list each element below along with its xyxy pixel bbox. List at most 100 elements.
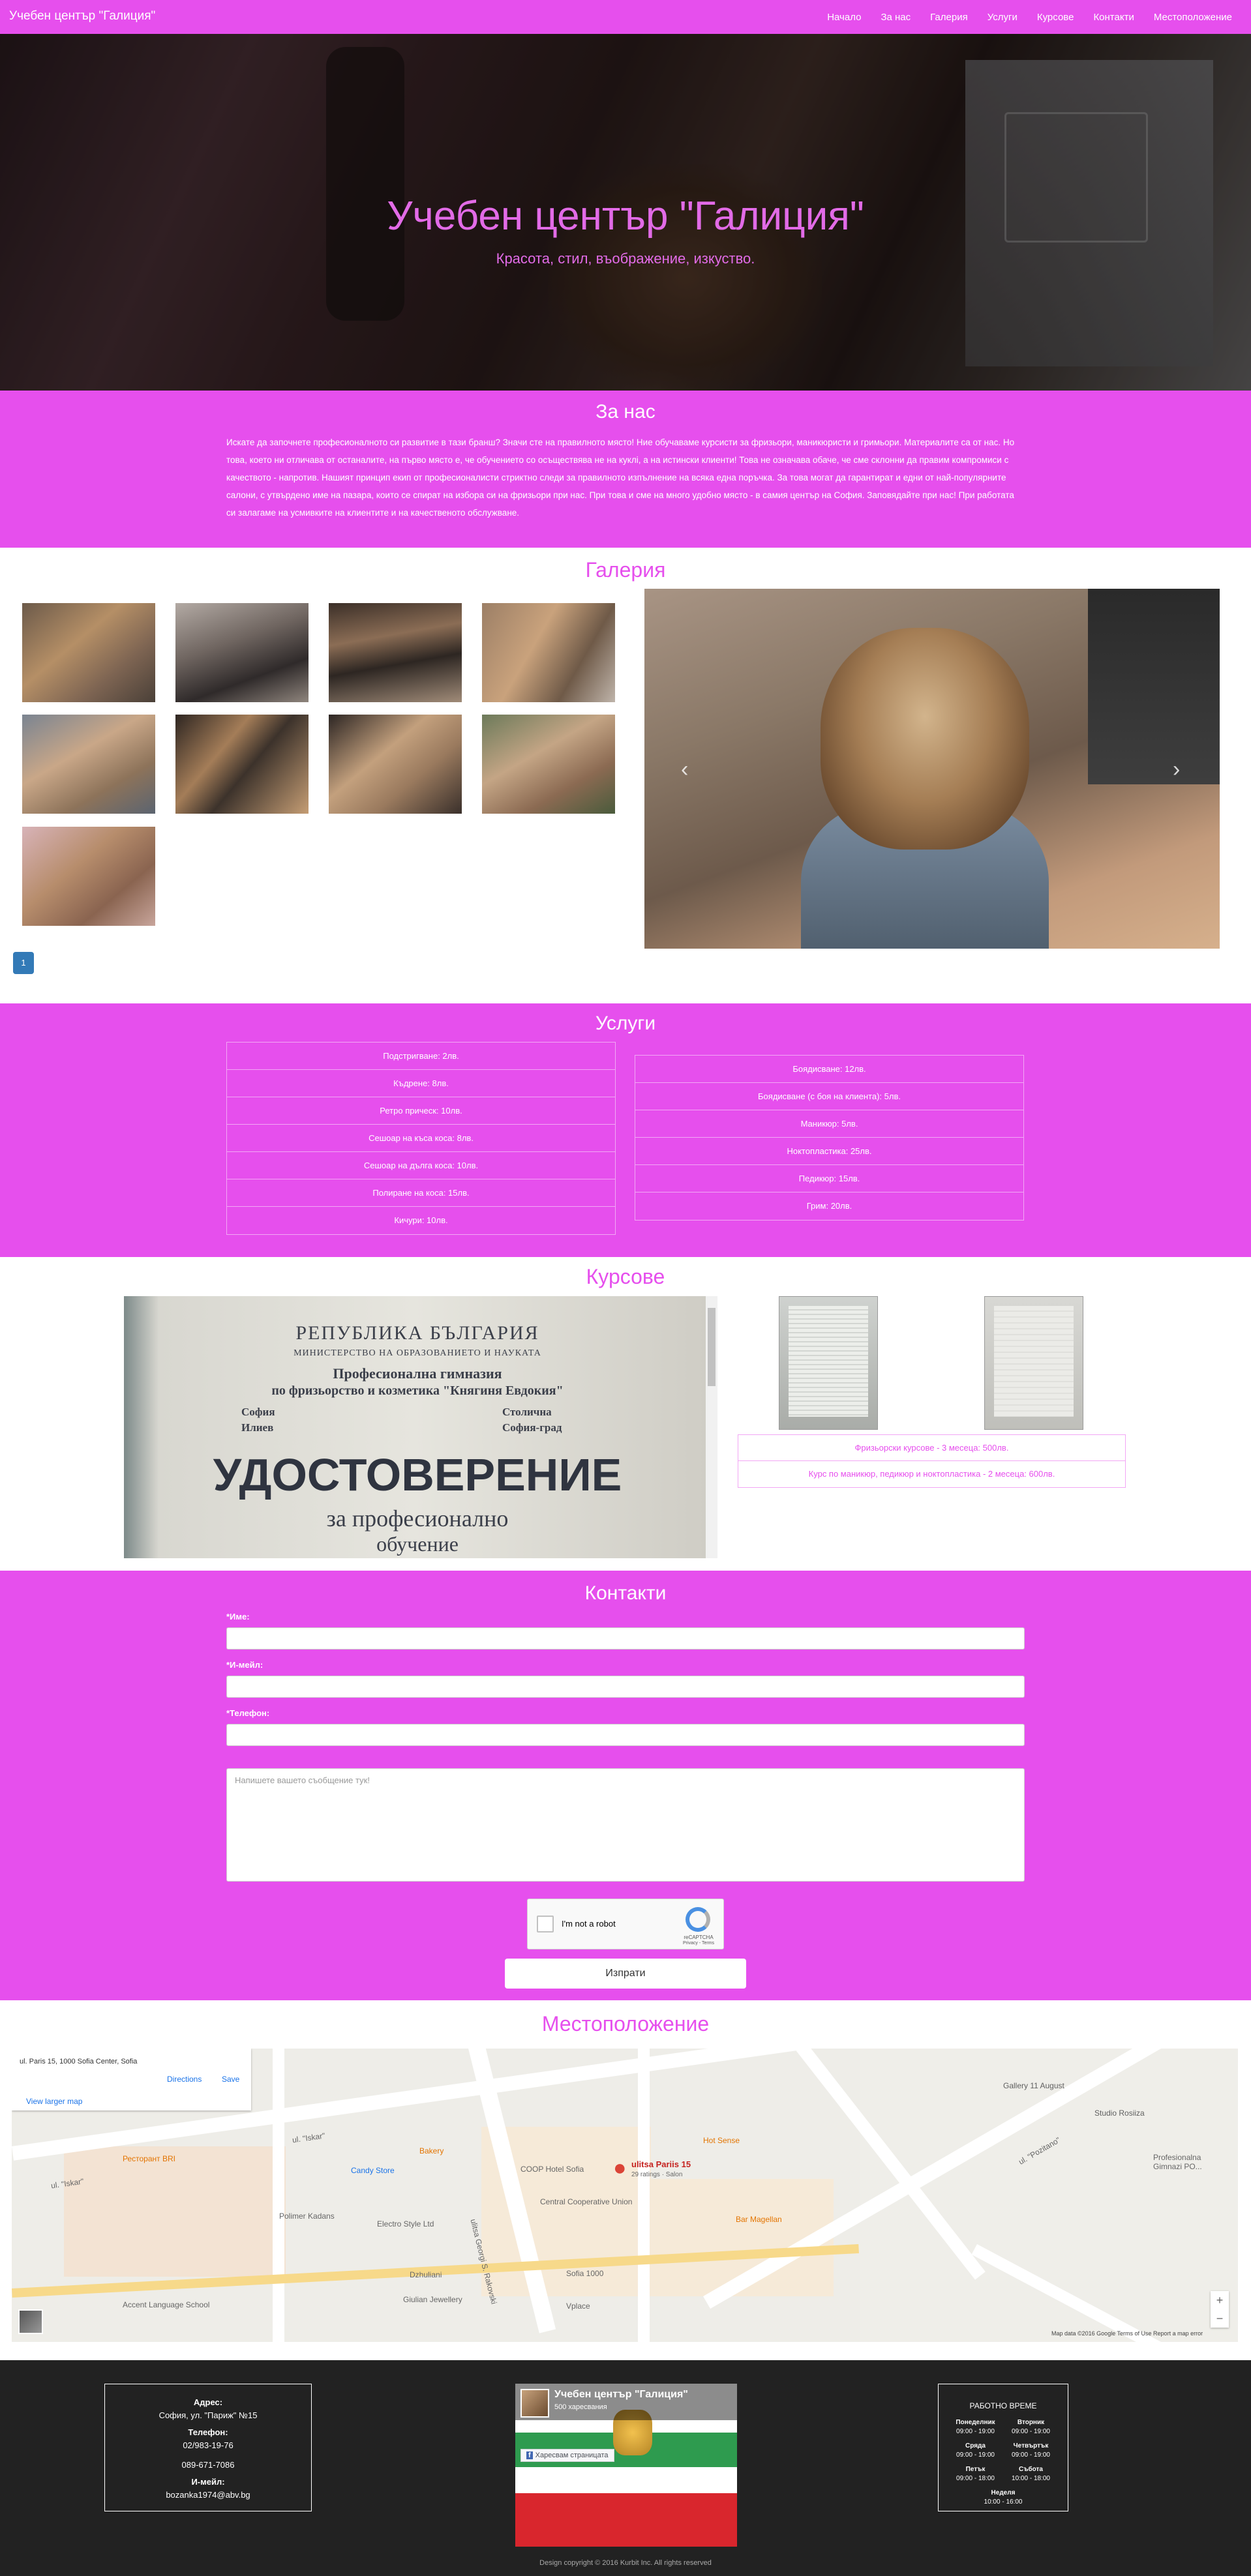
- services-list-left: Подстригване: 2лв. Къдрене: 8лв. Ретро п…: [226, 1042, 616, 1235]
- map-place-label: Ресторант BRI: [123, 2154, 175, 2163]
- recaptcha-brand: reCAPTCHA: [684, 1934, 714, 1940]
- hours-title: РАБОТНО ВРЕМЕ: [969, 2401, 1037, 2410]
- map-place-label: Dzhuliani: [410, 2270, 442, 2279]
- pagination-page[interactable]: 1: [13, 952, 34, 974]
- name-input[interactable]: [226, 1627, 1025, 1650]
- email-label: *И-мейл:: [226, 1660, 264, 1670]
- gallery-thumb[interactable]: [22, 715, 155, 814]
- course-item: Курс по маникюр, педикюр и ноктопластика…: [808, 1469, 1055, 1479]
- gallery-thumb[interactable]: [22, 827, 155, 926]
- map-place-label: Giulian Jewellery: [403, 2295, 462, 2304]
- certificate-line: по фризьорство и козметика "Княгиня Евдо…: [271, 1384, 564, 1398]
- gallery-carousel[interactable]: ‹ ›: [644, 589, 1220, 949]
- map-zoom-control: + −: [1211, 2291, 1229, 2328]
- recaptcha-links[interactable]: Privacy - Terms: [675, 1941, 722, 1946]
- nav-contacts[interactable]: Контакти: [1083, 12, 1143, 23]
- nav-gallery[interactable]: Галерия: [920, 12, 978, 23]
- map-marker-icon[interactable]: ●: [613, 2155, 627, 2181]
- gallery-thumb[interactable]: [329, 715, 462, 814]
- certificate-line: РЕПУБЛИКА БЪЛГАРИЯ: [295, 1322, 539, 1344]
- zoom-in-icon[interactable]: +: [1211, 2291, 1229, 2309]
- fb-feed-area: [515, 2467, 737, 2493]
- hero-title: Учебен център "Галиция": [387, 194, 864, 239]
- fb-avatar: [520, 2389, 549, 2418]
- about-text: Искате да започнете професионалното си р…: [226, 437, 1015, 518]
- map-place-label: COOP Hotel Sofia: [520, 2165, 584, 2174]
- map-attribution: Map data ©2016 Google Terms of Use Repor…: [1051, 2330, 1203, 2337]
- facebook-icon: f: [526, 2451, 533, 2459]
- nav-courses[interactable]: Курсове: [1027, 12, 1084, 23]
- map-satellite-thumb[interactable]: [18, 2309, 43, 2334]
- footer-email[interactable]: bozanka1974@abv.bg: [105, 2489, 311, 2502]
- map-place-label: Gallery 11 August: [1003, 2081, 1064, 2090]
- fb-like-button[interactable]: f Харесвам страницата: [520, 2449, 614, 2462]
- map-directions-link[interactable]: Directions: [167, 2075, 202, 2084]
- nav-menu: Начало За нас Галерия Услуги Курсове Кон…: [817, 0, 1242, 34]
- fb-page-title[interactable]: Учебен център "Галиция": [554, 2389, 688, 2401]
- map-place-label: Sofia 1000: [566, 2269, 604, 2278]
- map-marker-label: ulitsa Pariis 15: [631, 2159, 691, 2169]
- gallery-thumb[interactable]: [22, 603, 155, 702]
- name-label: *Име:: [226, 1612, 250, 1621]
- carousel-next-icon[interactable]: ›: [1173, 757, 1180, 782]
- certificate-image: РЕПУБЛИКА БЪЛГАРИЯ МИНИСТЕРСТВО НА ОБРАЗ…: [124, 1296, 717, 1558]
- map-address: ul. Paris 15, 1000 Sofia Center, Sofia: [20, 2058, 138, 2065]
- map-place-label: Bakery: [419, 2146, 444, 2155]
- hero-subtitle: Красота, стил, въображение, изкуство.: [496, 250, 755, 267]
- map-marker-sub: 29 ratings · Salon: [631, 2171, 683, 2178]
- nav-location[interactable]: Местоположение: [1144, 12, 1242, 23]
- email-input[interactable]: [226, 1676, 1025, 1698]
- certificate-line: за професионално: [326, 1505, 509, 1532]
- message-placeholder: Напишете вашето съобщение тук!: [235, 1775, 370, 1785]
- service-item: Грим: 20лв.: [806, 1201, 852, 1211]
- certificate-field: София: [241, 1406, 275, 1418]
- certificate-scrollbar[interactable]: [706, 1296, 717, 1558]
- hero-banner: Учебен център "Галиция" Красота, стил, в…: [0, 34, 1251, 391]
- send-button[interactable]: Изпрати: [505, 1959, 746, 1989]
- footer-address-label: Адрес:: [193, 2397, 223, 2407]
- map-place-label: Candy Store: [351, 2166, 395, 2175]
- course-document-thumb[interactable]: [984, 1296, 1083, 1430]
- footer-email-label: И-мейл:: [191, 2477, 225, 2487]
- service-item: Кичури: 10лв.: [394, 1215, 448, 1225]
- nav-about[interactable]: За нас: [871, 12, 920, 23]
- phone-input[interactable]: [226, 1724, 1025, 1746]
- map-place-label: Electro Style Ltd: [377, 2219, 434, 2228]
- certificate-field: Столична: [502, 1406, 552, 1418]
- footer-phone-label: Телефон:: [188, 2427, 228, 2437]
- contact-title: Контакти: [584, 1582, 667, 1604]
- scrollbar-thumb[interactable]: [708, 1308, 716, 1386]
- map-info-box: ul. Paris 15, 1000 Sofia Center, Sofia D…: [12, 2049, 251, 2110]
- nav-home[interactable]: Начало: [817, 12, 871, 23]
- message-textarea[interactable]: Напишете вашето съобщение тук!: [226, 1768, 1025, 1882]
- nav-services[interactable]: Услуги: [978, 12, 1027, 23]
- gallery-title: Галерия: [585, 558, 666, 582]
- zoom-out-icon[interactable]: −: [1211, 2309, 1229, 2328]
- services-title: Услуги: [595, 1013, 656, 1034]
- phone-label: *Телефон:: [226, 1708, 270, 1718]
- service-item: Полиране на коса: 15лв.: [227, 1179, 615, 1207]
- google-map[interactable]: ul. "Iskar" ul. "Iskar" ulitsa Georgi S.…: [12, 2049, 1238, 2342]
- recaptcha-checkbox[interactable]: [537, 1916, 554, 1932]
- brand-link[interactable]: Учебен център "Галиция": [9, 9, 155, 23]
- map-road: [273, 2049, 284, 2342]
- service-item: Боядисване (с боя на клиента): 5лв.: [635, 1083, 1023, 1110]
- facebook-page-widget[interactable]: Учебен център "Галиция" 500 харесвания f…: [515, 2384, 737, 2547]
- map-larger-link[interactable]: View larger map: [26, 2097, 82, 2106]
- map-save-link[interactable]: Save: [222, 2075, 239, 2084]
- carousel-prev-icon[interactable]: ‹: [681, 757, 688, 782]
- gallery-thumb[interactable]: [482, 715, 615, 814]
- certificate-paper: РЕПУБЛИКА БЪЛГАРИЯ МИНИСТЕРСТВО НА ОБРАЗ…: [124, 1296, 706, 1558]
- fb-likes: 500 харесвания: [554, 2403, 607, 2411]
- map-block: [64, 2146, 286, 2277]
- course-document-thumb[interactable]: [779, 1296, 878, 1430]
- gallery-thumb[interactable]: [175, 715, 309, 814]
- courses-title: Курсове: [586, 1265, 665, 1288]
- footer-phone: 02/983-19-76: [183, 2440, 234, 2450]
- gallery-thumb[interactable]: [175, 603, 309, 702]
- carousel-photo-detail: [821, 628, 1029, 850]
- service-item: Къдрене: 8лв.: [227, 1070, 615, 1097]
- gallery-thumb[interactable]: [329, 603, 462, 702]
- recaptcha-icon: [686, 1907, 710, 1932]
- gallery-thumb[interactable]: [482, 603, 615, 702]
